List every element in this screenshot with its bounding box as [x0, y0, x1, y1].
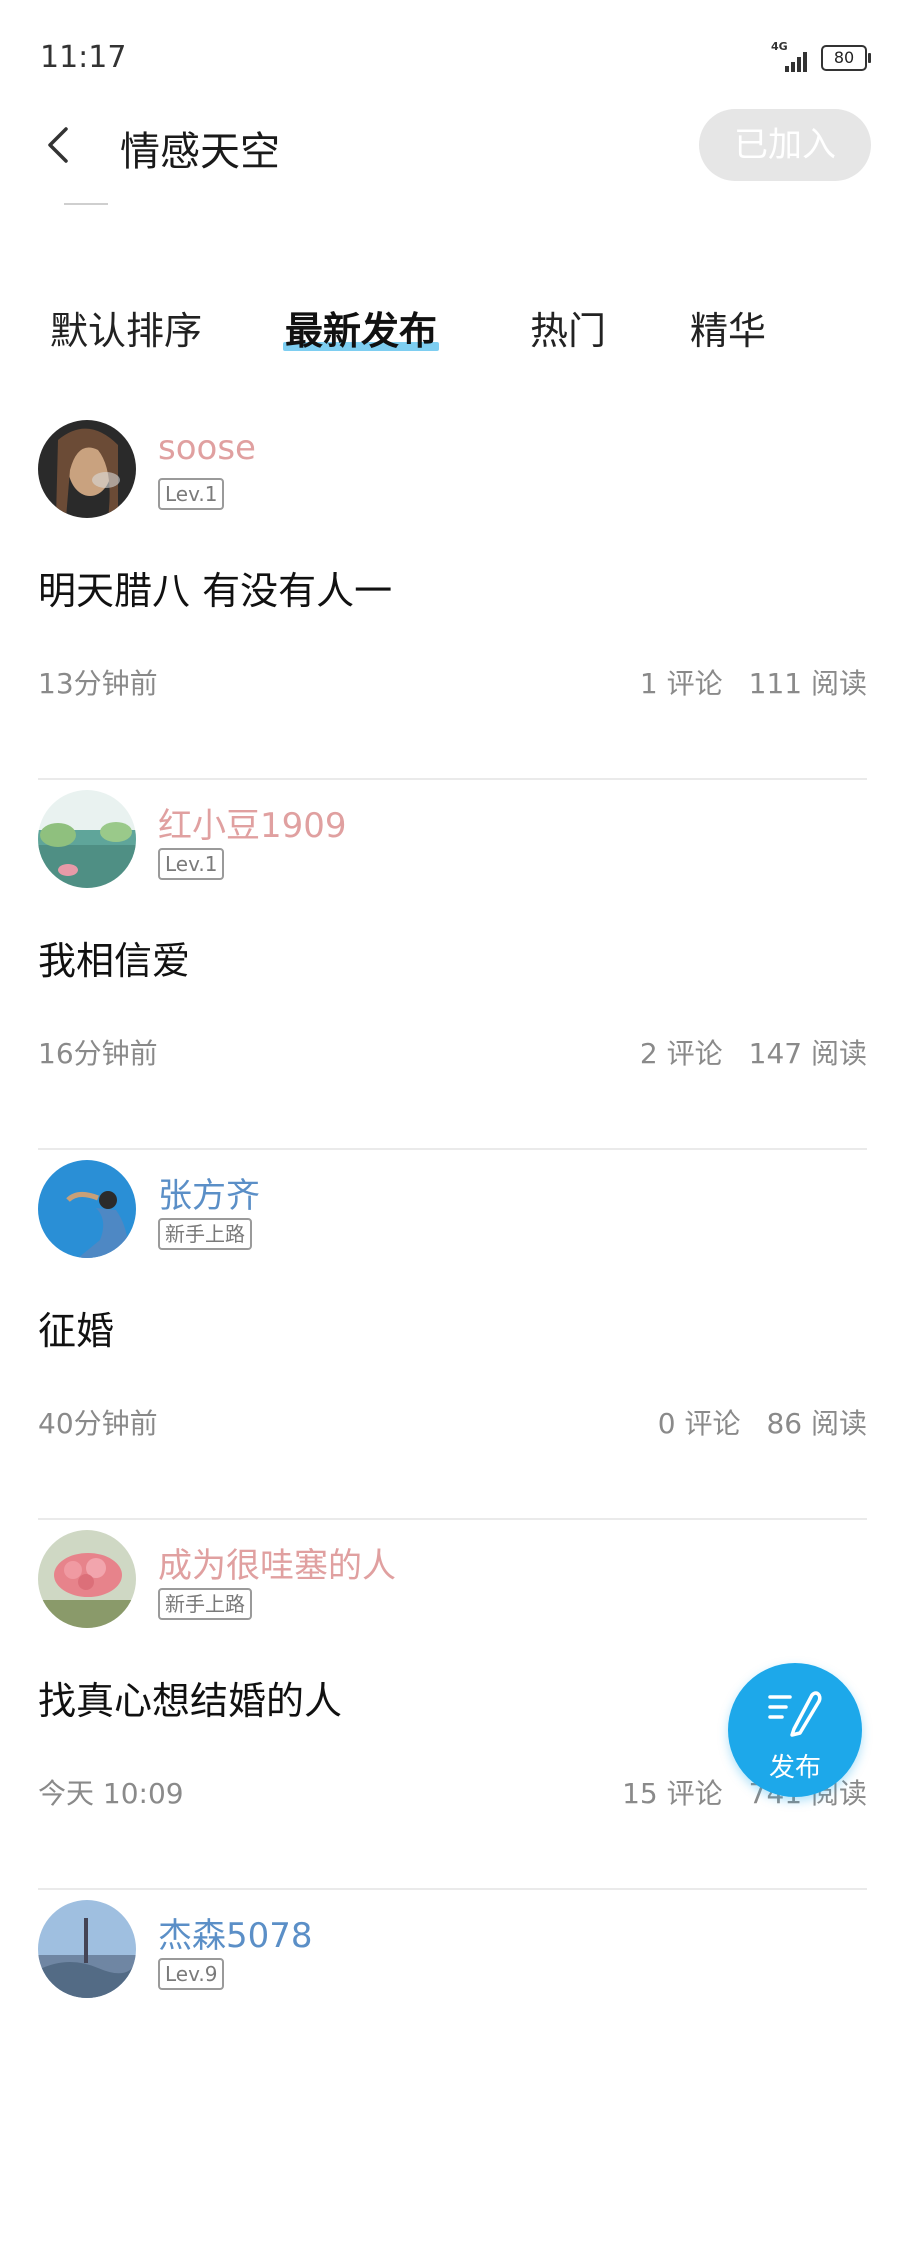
- post-stats: 1 评论 111 阅读: [640, 662, 867, 702]
- tab-label: 精华: [690, 309, 767, 353]
- level-badge: Lev.1: [158, 848, 225, 880]
- read-count: 147 阅读: [748, 1037, 867, 1070]
- post-content[interactable]: 征婚: [38, 1300, 114, 1355]
- post-item[interactable]: soose Lev.1 明天腊八 有没有人一 13分钟前 1 评论 111 阅读: [38, 410, 867, 780]
- post-time: 今天 10:09: [38, 1777, 184, 1810]
- username[interactable]: soose: [158, 428, 256, 468]
- comment-count: 2 评论: [639, 1037, 723, 1070]
- read-count: 111 阅读: [748, 667, 867, 700]
- post-item[interactable]: 红小豆1909 Lev.1 我相信爱 16分钟前 2 评论 147 阅读: [38, 780, 867, 1150]
- post-time: 40分钟前: [38, 1407, 158, 1440]
- joined-button[interactable]: 已加入: [699, 109, 871, 181]
- avatar[interactable]: [38, 1160, 136, 1258]
- tab-default-sort[interactable]: 默认排序: [50, 300, 202, 355]
- username[interactable]: 杰森5078: [158, 1908, 313, 1957]
- status-time: 11:17: [40, 40, 127, 75]
- avatar[interactable]: [38, 790, 136, 888]
- level-badge: Lev.9: [158, 1958, 225, 1990]
- sort-tabs: 默认排序 最新发布 热门 精华: [0, 290, 905, 360]
- post-item[interactable]: 杰森5078 Lev.9: [38, 1890, 867, 2260]
- status-bar: 11:17 4G 80: [0, 0, 905, 100]
- post-content[interactable]: 我相信爱: [38, 930, 190, 985]
- post-time: 13分钟前: [38, 667, 158, 700]
- tab-featured[interactable]: 精华: [690, 300, 766, 355]
- post-content[interactable]: 明天腊八 有没有人一: [38, 560, 392, 615]
- tab-label: 最新发布: [285, 309, 438, 353]
- avatar[interactable]: [38, 1900, 136, 1998]
- level-badge: Lev.1: [158, 478, 225, 510]
- compose-icon: [768, 1691, 822, 1737]
- comment-count: 15 评论: [622, 1777, 723, 1810]
- back-arrow-icon[interactable]: [38, 123, 82, 167]
- tab-label: 热门: [530, 309, 607, 353]
- username[interactable]: 红小豆1909: [158, 798, 347, 847]
- battery-icon: 80: [821, 45, 871, 71]
- tab-label: 默认排序: [50, 309, 203, 353]
- post-stats: 0 评论 86 阅读: [658, 1402, 867, 1442]
- header-bar: 情感天空 已加入: [0, 105, 905, 205]
- publish-button[interactable]: 发布: [728, 1663, 862, 1797]
- tab-hot[interactable]: 热门: [530, 300, 606, 355]
- comment-count: 0 评论: [657, 1407, 741, 1440]
- level-badge: 新手上路: [158, 1218, 252, 1250]
- post-stats: 2 评论 147 阅读: [640, 1032, 867, 1072]
- avatar[interactable]: [38, 1530, 136, 1628]
- status-icons: 4G 80: [771, 40, 871, 72]
- tab-latest[interactable]: 最新发布: [283, 300, 440, 355]
- avatar[interactable]: [38, 420, 136, 518]
- read-count: 86 阅读: [766, 1407, 867, 1440]
- signal-icon: 4G: [771, 40, 811, 72]
- level-badge: 新手上路: [158, 1588, 252, 1620]
- post-item[interactable]: 张方齐 新手上路 征婚 40分钟前 0 评论 86 阅读: [38, 1150, 867, 1520]
- post-time: 16分钟前: [38, 1037, 158, 1070]
- post-feed: soose Lev.1 明天腊八 有没有人一 13分钟前 1 评论 111 阅读 …: [0, 410, 905, 2260]
- publish-label: 发布: [768, 1753, 821, 1783]
- divider: [64, 203, 108, 205]
- username[interactable]: 张方齐: [158, 1168, 260, 1217]
- comment-count: 1 评论: [639, 667, 723, 700]
- post-content[interactable]: 找真心想结婚的人: [38, 1670, 342, 1725]
- page-title: 情感天空: [120, 129, 280, 175]
- username[interactable]: 成为很哇塞的人: [158, 1538, 396, 1587]
